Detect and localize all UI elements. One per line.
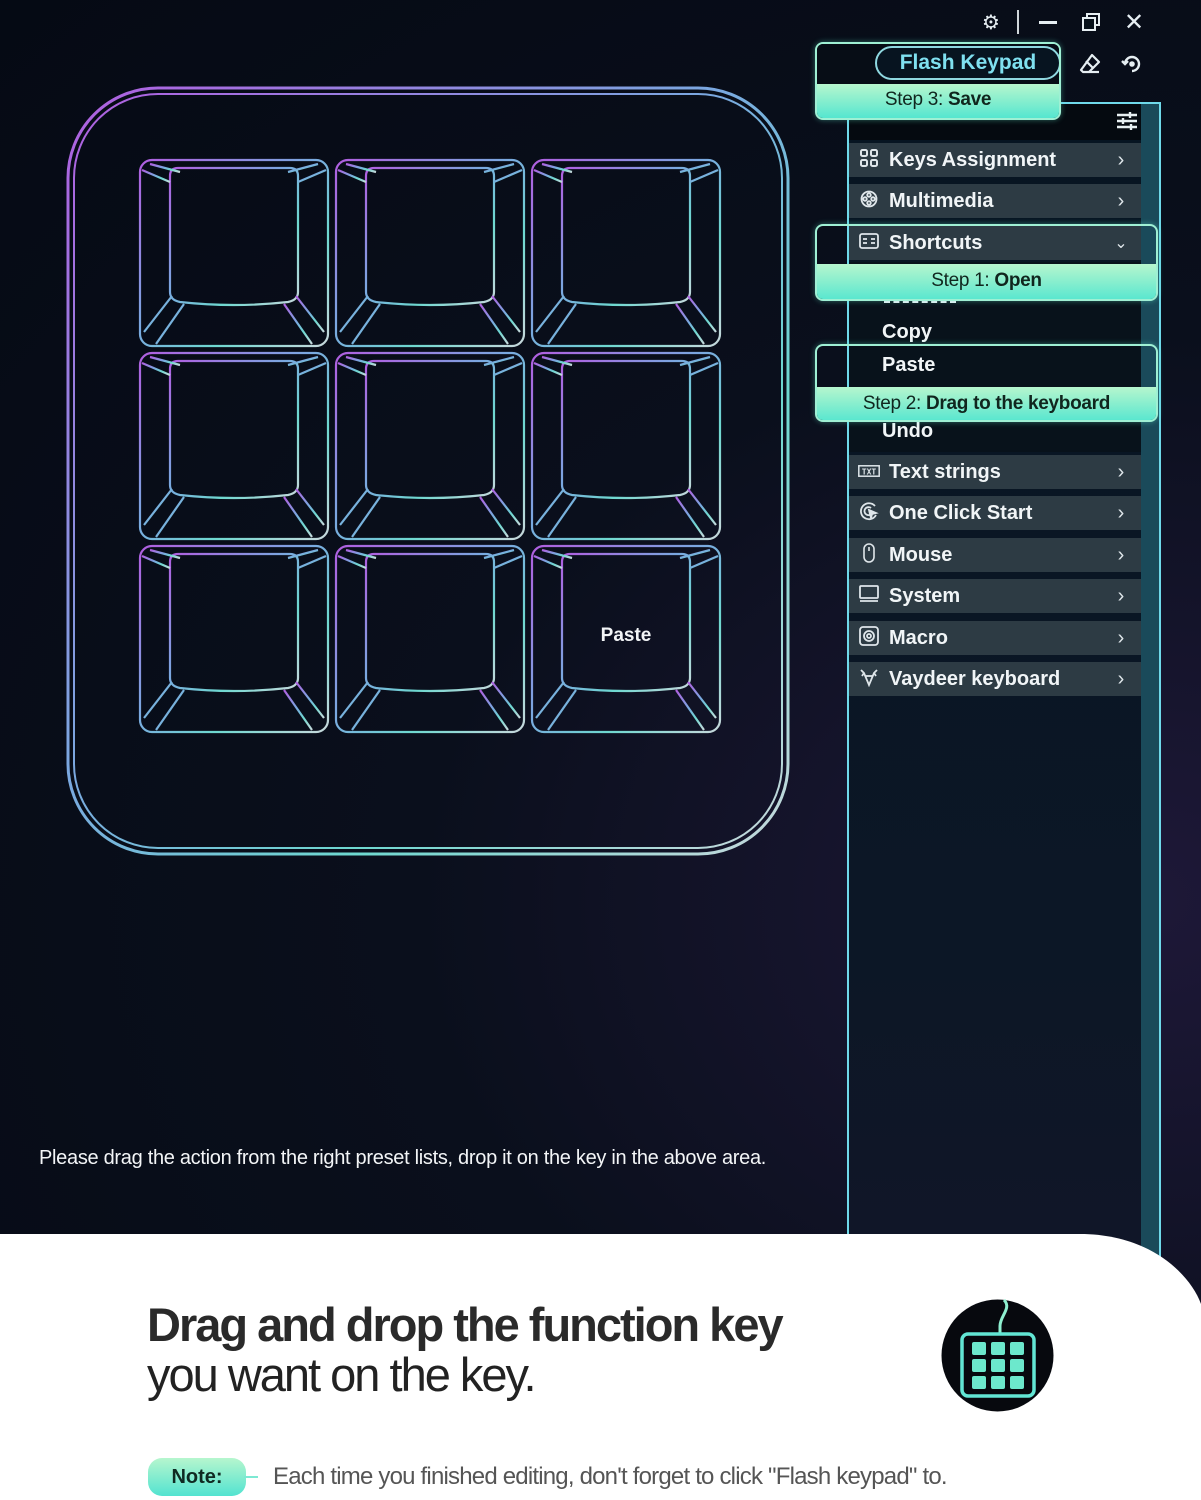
callout-step2-drag: Step 2: Drag to the keyboard <box>815 344 1158 422</box>
menu-item-system[interactable]: System › <box>849 579 1141 613</box>
menu-item-label: Vaydeer keyboard <box>889 667 1061 690</box>
callout-step-action: Open <box>994 270 1042 291</box>
film-reel-icon <box>849 190 889 213</box>
mouse-icon <box>849 542 889 568</box>
settings-gear-icon[interactable]: ⚙ <box>975 8 1007 36</box>
shortcut-undo[interactable]: Undo <box>882 420 933 443</box>
headline-light: you want on the key. <box>147 1348 537 1401</box>
keycap-6[interactable] <box>530 351 722 541</box>
keycap-9[interactable]: Paste <box>530 544 722 734</box>
instruction-text: Please drag the action from the right pr… <box>39 1147 767 1169</box>
close-icon: ✕ <box>1123 8 1145 36</box>
callout-step-action: Drag to the keyboard <box>926 393 1111 414</box>
menu-item-label: Multimedia <box>889 189 994 212</box>
close-button[interactable]: ✕ <box>1118 8 1150 36</box>
chevron-right-icon: › <box>1117 460 1125 483</box>
minimize-button[interactable] <box>1032 8 1064 36</box>
keycap-5[interactable] <box>334 351 526 541</box>
callout-step-label: Step 2: <box>862 393 927 414</box>
shortcut-copy[interactable]: Copy <box>882 321 932 344</box>
keycap-7[interactable] <box>138 544 330 734</box>
reset-button[interactable] <box>1116 48 1148 80</box>
menu-item-label: Macro <box>889 626 948 649</box>
macro-icon <box>849 625 889 651</box>
callout-step-action: Save <box>947 89 992 110</box>
note-text: Each time you finished editing, don't fo… <box>273 1463 948 1490</box>
menu-item-label: Mouse <box>889 543 953 566</box>
menu-item-label: System <box>889 584 961 607</box>
flash-keypad-button[interactable]: Flash Keypad <box>875 46 1059 80</box>
keycap-3[interactable] <box>530 158 722 348</box>
keypad-preview: Paste <box>66 86 790 856</box>
reset-icon <box>1121 55 1141 73</box>
callout-step3-save: Flash Keypad Step 3: Save <box>815 42 1061 120</box>
chevron-right-icon: › <box>1117 667 1125 690</box>
restore-icon <box>1082 13 1100 31</box>
menu-item-vaydeer-keyboard[interactable]: Vaydeer keyboard › <box>849 662 1141 696</box>
menu-item-label: Text strings <box>889 460 1001 483</box>
chevron-right-icon: › <box>1117 501 1125 524</box>
keypad-frame-inner <box>73 93 783 849</box>
menu-item-text-strings[interactable]: TXT Text strings › <box>849 455 1141 489</box>
monitor-icon <box>849 584 889 608</box>
menu-item-macro[interactable]: Macro › <box>849 621 1141 655</box>
menu-item-one-click-start[interactable]: One Click Start › <box>849 496 1141 530</box>
svg-text:TXT: TXT <box>862 468 877 477</box>
keycap-2[interactable] <box>334 158 526 348</box>
txt-icon: TXT <box>849 462 889 482</box>
titlebar-divider <box>1017 10 1019 34</box>
eraser-button[interactable] <box>1074 48 1106 80</box>
note-connector <box>244 1476 258 1478</box>
grid-icon <box>849 148 889 172</box>
promo-headline: Drag and drop the function key you want … <box>147 1298 784 1401</box>
callout-step-label: Step 3: <box>884 89 948 110</box>
keypad-badge <box>940 1298 1055 1413</box>
click-start-icon <box>849 501 889 526</box>
menu-item-mouse[interactable]: Mouse › <box>849 538 1141 572</box>
vaydeer-logo-icon <box>849 667 889 692</box>
headline-bold: Drag and drop the function key <box>147 1298 784 1351</box>
chevron-right-icon: › <box>1117 148 1125 171</box>
menu-item-label: Keys Assignment <box>889 148 1057 171</box>
menu-item-label: One Click Start <box>889 501 1033 524</box>
menu-item-keys-assignment[interactable]: Keys Assignment › <box>849 143 1141 177</box>
chevron-right-icon: › <box>1117 584 1125 607</box>
keypad-frame-outer <box>66 86 790 856</box>
menu-item-multimedia[interactable]: Multimedia › <box>849 184 1141 218</box>
sliders-icon <box>1117 112 1137 130</box>
chevron-right-icon: › <box>1117 543 1125 566</box>
callout-step-label: Step 1: <box>931 270 995 291</box>
chevron-right-icon: › <box>1117 626 1125 649</box>
eraser-icon <box>1079 53 1101 74</box>
restore-button[interactable] <box>1075 8 1107 36</box>
keycap-4[interactable] <box>138 351 330 541</box>
keypad-icon <box>941 1298 1054 1412</box>
keycap-label: Paste <box>601 625 652 646</box>
note-badge: Note: <box>148 1458 246 1496</box>
minimize-icon <box>1039 20 1057 24</box>
keycap-1[interactable] <box>138 158 330 348</box>
filter-button[interactable] <box>1114 108 1140 134</box>
chevron-right-icon: › <box>1117 189 1125 212</box>
keycap-8[interactable] <box>334 544 526 734</box>
callout-step1-open: Step 1: Open <box>815 224 1158 301</box>
